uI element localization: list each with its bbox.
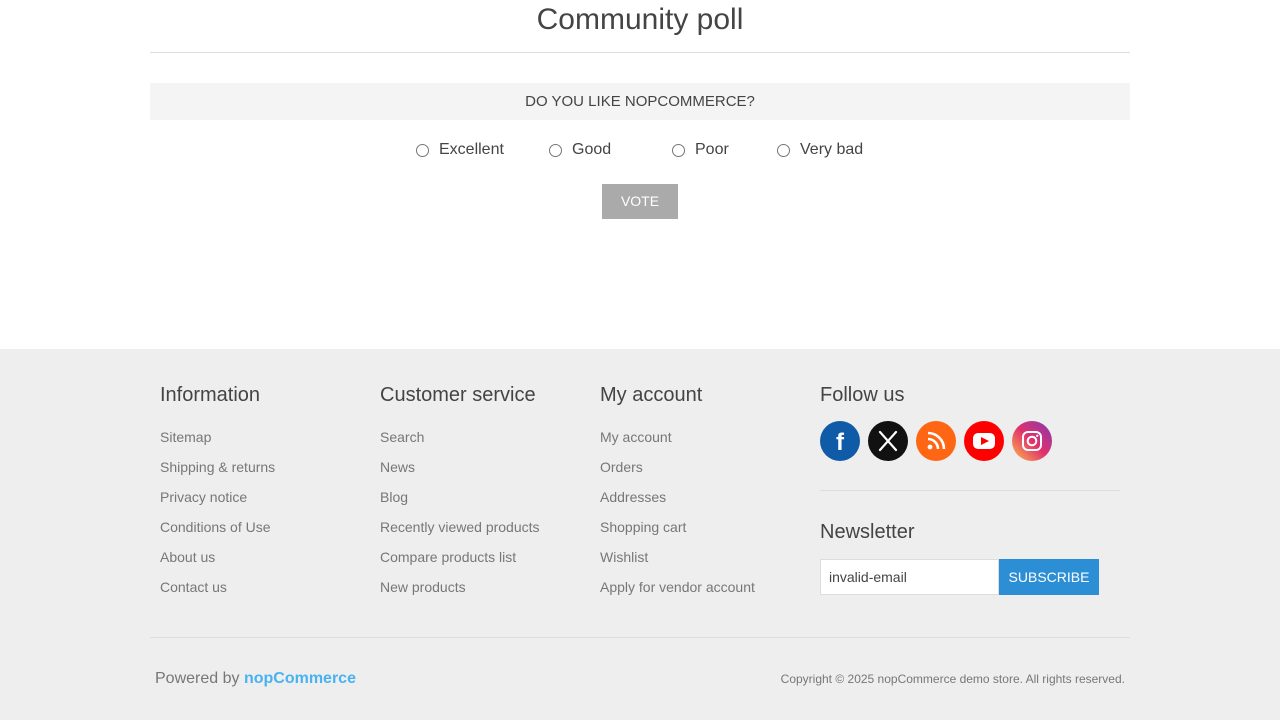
subscribe-button[interactable]: SUBSCRIBE	[999, 559, 1099, 595]
footer-link-privacy-notice[interactable]: Privacy notice	[160, 482, 275, 512]
footer-link-recently-viewed[interactable]: Recently viewed products	[380, 512, 540, 542]
poll-options: Excellent Good Poor Very bad	[0, 138, 1280, 162]
footer-link-wishlist[interactable]: Wishlist	[600, 542, 755, 572]
poll-option-label: Poor	[695, 141, 729, 158]
footer-link-orders[interactable]: Orders	[600, 452, 755, 482]
powered-by-label: Powered by	[155, 670, 240, 687]
poll-option-poor[interactable]: Poor	[672, 138, 729, 162]
footer-column-title: Information	[160, 384, 261, 406]
footer-link-blog[interactable]: Blog	[380, 482, 540, 512]
poll-option-label: Excellent	[439, 141, 504, 158]
footer-link-my-account[interactable]: My account	[600, 422, 755, 452]
footer-link-shipping-returns[interactable]: Shipping & returns	[160, 452, 275, 482]
radio-very-bad[interactable]	[777, 143, 790, 157]
footer-link-conditions-of-use[interactable]: Conditions of Use	[160, 512, 275, 542]
footer-link-news[interactable]: News	[380, 452, 540, 482]
poll-question: DO YOU LIKE NOPCOMMERCE?	[150, 83, 1130, 120]
poll-title: Community poll	[150, 0, 1130, 53]
footer-column-follow-us: Follow us	[820, 380, 904, 410]
rss-icon[interactable]	[916, 421, 956, 461]
footer-column-title: Follow us	[820, 384, 905, 406]
poll-option-label: Very bad	[800, 141, 864, 158]
footer-link-shopping-cart[interactable]: Shopping cart	[600, 512, 755, 542]
poll-option-excellent[interactable]: Excellent	[416, 138, 504, 162]
copyright-text: Copyright © 2025 nopCommerce demo store.…	[780, 672, 1125, 686]
footer-link-list: My account Orders Addresses Shopping car…	[600, 422, 755, 602]
poll-option-good[interactable]: Good	[549, 138, 611, 162]
facebook-icon[interactable]: f	[820, 421, 860, 461]
poll-option-label: Good	[572, 141, 612, 158]
newsletter-email-input[interactable]	[820, 559, 999, 595]
instagram-icon[interactable]	[1012, 421, 1052, 461]
x-icon[interactable]	[868, 421, 908, 461]
nopcommerce-link[interactable]: nopCommerce	[244, 670, 356, 687]
newsletter-title: Newsletter	[820, 521, 915, 543]
footer-column-my-account: My account My account Orders Addresses S…	[600, 380, 755, 602]
footer-link-addresses[interactable]: Addresses	[600, 482, 755, 512]
powered-by: Powered by nopCommerce	[155, 668, 356, 690]
footer-link-about-us[interactable]: About us	[160, 542, 275, 572]
footer-link-compare-products[interactable]: Compare products list	[380, 542, 540, 572]
footer-column-title: My account	[600, 384, 703, 406]
footer-link-sitemap[interactable]: Sitemap	[160, 422, 275, 452]
footer-column-title: Customer service	[380, 384, 536, 406]
footer-link-new-products[interactable]: New products	[380, 572, 540, 602]
radio-good[interactable]	[549, 143, 562, 157]
social-icons: f	[820, 421, 1052, 461]
footer-column-information: Information Sitemap Shipping & returns P…	[160, 380, 275, 602]
radio-poor[interactable]	[672, 143, 685, 157]
footer-link-contact-us[interactable]: Contact us	[160, 572, 275, 602]
youtube-icon[interactable]	[964, 421, 1004, 461]
footer: Information Sitemap Shipping & returns P…	[0, 349, 1280, 720]
poll-option-very-bad[interactable]: Very bad	[777, 138, 863, 162]
follow-divider	[820, 490, 1120, 491]
vote-button[interactable]: VOTE	[602, 184, 678, 219]
footer-link-list: Search News Blog Recently viewed product…	[380, 422, 540, 602]
footer-link-search[interactable]: Search	[380, 422, 540, 452]
footer-divider	[150, 637, 1130, 638]
footer-column-customer-service: Customer service Search News Blog Recent…	[380, 380, 540, 602]
footer-link-apply-vendor[interactable]: Apply for vendor account	[600, 572, 755, 602]
radio-excellent[interactable]	[416, 143, 429, 157]
svg-text:f: f	[836, 429, 845, 456]
footer-link-list: Sitemap Shipping & returns Privacy notic…	[160, 422, 275, 602]
